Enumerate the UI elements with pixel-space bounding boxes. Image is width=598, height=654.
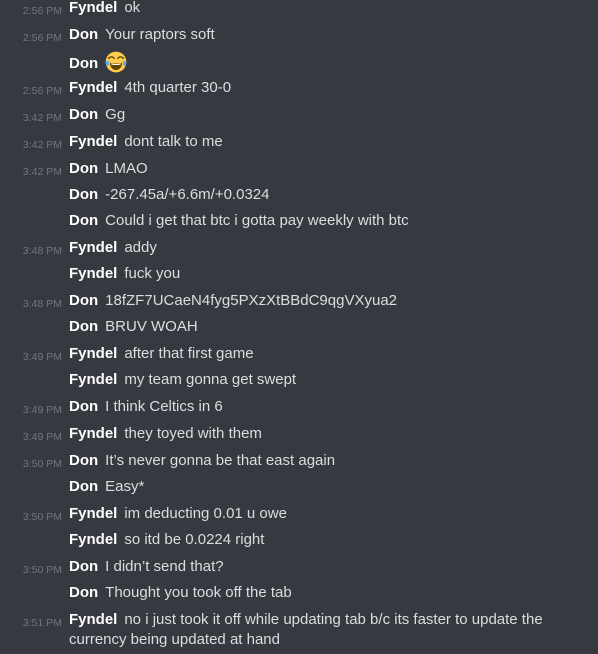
username[interactable]: Don: [69, 318, 98, 335]
message-row[interactable]: 2:56 PM Don Your raptors soft: [0, 25, 598, 51]
username[interactable]: Don: [69, 398, 98, 415]
message-text: 18fZF7UCaeN4fyg5PXzXtBBdC9qgVXyua2: [105, 292, 397, 309]
timestamp: 3:50 PM: [22, 511, 62, 523]
timestamp: 3:49 PM: [22, 404, 62, 416]
message-row[interactable]: Don Could i get that btc i gotta pay week…: [0, 211, 598, 237]
message-row[interactable]: Don -267.45a/+6.6m/+0.0324: [0, 185, 598, 211]
message-text: dont talk to me: [124, 133, 223, 150]
timestamp: 3:50 PM: [22, 458, 62, 470]
message-row[interactable]: 3:49 PM Fyndel they toyed with them: [0, 424, 598, 450]
message-row[interactable]: 3:50 PM Don It’s never gonna be that east…: [0, 451, 598, 477]
message-row[interactable]: 3:42 PM Don LMAO: [0, 159, 598, 185]
message-text: Thought you took off the tab: [105, 584, 292, 601]
username[interactable]: Fyndel: [69, 0, 117, 16]
timestamp: 3:50 PM: [22, 564, 62, 576]
message-text: fuck you: [124, 265, 181, 282]
message-text: BRUV WOAH: [105, 318, 198, 335]
message-row[interactable]: Fyndel fuck you: [0, 264, 598, 290]
username[interactable]: Don: [69, 478, 98, 495]
message-text: so itd be 0.0224 right: [124, 531, 265, 548]
message-text: -267.45a/+6.6m/+0.0324: [105, 186, 270, 203]
message-text: my team gonna get swept: [124, 371, 297, 388]
message-row[interactable]: 2:56 PM Fyndel 4th quarter 30-0: [0, 78, 598, 104]
username[interactable]: Don: [69, 452, 98, 469]
message-row[interactable]: 3:50 PM Fyndel im deducting 0.01 u owe: [0, 504, 598, 530]
message-row[interactable]: 3:48 PM Don 18fZF7UCaeN4fyg5PXzXtBBdC9qgV…: [0, 291, 598, 317]
message-text: addy: [124, 239, 157, 256]
message-row[interactable]: 3:42 PM Fyndel dont talk to me: [0, 132, 598, 158]
username[interactable]: Don: [69, 55, 98, 72]
username[interactable]: Fyndel: [69, 371, 117, 388]
message-text: Gg: [105, 106, 126, 123]
message-row[interactable]: Don: [0, 51, 598, 77]
username[interactable]: Fyndel: [69, 239, 117, 256]
message-text: no i just took it off while updating tab…: [69, 611, 543, 648]
username[interactable]: Fyndel: [69, 505, 117, 522]
message-row[interactable]: Fyndel so itd be 0.0224 right: [0, 530, 598, 556]
message-text: It’s never gonna be that east again: [105, 452, 336, 469]
message-row[interactable]: 3:50 PM Don I didn’t send that?: [0, 557, 598, 583]
message-row[interactable]: Don BRUV WOAH: [0, 317, 598, 343]
timestamp: 2:56 PM: [22, 32, 62, 44]
message-text: after that first game: [124, 345, 254, 362]
username[interactable]: Don: [69, 212, 98, 229]
username[interactable]: Fyndel: [69, 133, 117, 150]
username[interactable]: Don: [69, 558, 98, 575]
username[interactable]: Don: [69, 26, 98, 43]
username[interactable]: Don: [69, 106, 98, 123]
timestamp: 3:51 PM: [22, 617, 62, 629]
timestamp: 3:48 PM: [22, 245, 62, 257]
message-text: I didn’t send that?: [105, 558, 224, 575]
message-text: ok: [124, 0, 141, 16]
message-text: they toyed with them: [124, 425, 262, 442]
username[interactable]: Fyndel: [69, 79, 117, 96]
timestamp: 3:42 PM: [22, 139, 62, 151]
timestamp: 2:56 PM: [22, 5, 62, 17]
timestamp: 2:56 PM: [22, 85, 62, 97]
chat-messages: 2:56 PM Fyndel ok 2:56 PM Don Your raptors…: [0, 0, 598, 651]
message-text: Could i get that btc i gotta pay weekly …: [105, 212, 409, 229]
message-row[interactable]: 3:49 PM Fyndel after that first game: [0, 344, 598, 370]
message-row[interactable]: Don Thought you took off the tab: [0, 583, 598, 609]
timestamp: 3:42 PM: [22, 112, 62, 124]
username[interactable]: Don: [69, 160, 98, 177]
username[interactable]: Fyndel: [69, 425, 117, 442]
username[interactable]: Don: [69, 186, 98, 203]
username[interactable]: Don: [69, 292, 98, 309]
message-row[interactable]: 3:42 PM Don Gg: [0, 105, 598, 131]
message-row[interactable]: 3:48 PM Fyndel addy: [0, 238, 598, 264]
message-row[interactable]: Fyndel my team gonna get swept: [0, 370, 598, 396]
timestamp: 3:49 PM: [22, 431, 62, 443]
message-row[interactable]: 2:56 PM Fyndel ok: [0, 0, 598, 24]
timestamp: 3:49 PM: [22, 351, 62, 363]
message-text: 4th quarter 30-0: [124, 79, 232, 96]
timestamp: 3:42 PM: [22, 166, 62, 178]
message-text: im deducting 0.01 u owe: [124, 505, 287, 522]
username[interactable]: Fyndel: [69, 265, 117, 282]
message-row[interactable]: 3:51 PM Fyndel no i just took it off whil…: [0, 610, 598, 654]
message-text: Your raptors soft: [105, 26, 215, 43]
message-row[interactable]: Don Easy*: [0, 477, 598, 503]
joy-emoji-icon: [105, 51, 127, 73]
username[interactable]: Fyndel: [69, 531, 117, 548]
username[interactable]: Don: [69, 584, 98, 601]
message-text: Easy*: [105, 478, 145, 495]
username[interactable]: Fyndel: [69, 611, 117, 628]
username[interactable]: Fyndel: [69, 345, 117, 362]
timestamp: 3:48 PM: [22, 298, 62, 310]
message-row[interactable]: 3:49 PM Don I think Celtics in 6: [0, 397, 598, 423]
message-text: LMAO: [105, 160, 148, 177]
message-text: I think Celtics in 6: [105, 398, 223, 415]
